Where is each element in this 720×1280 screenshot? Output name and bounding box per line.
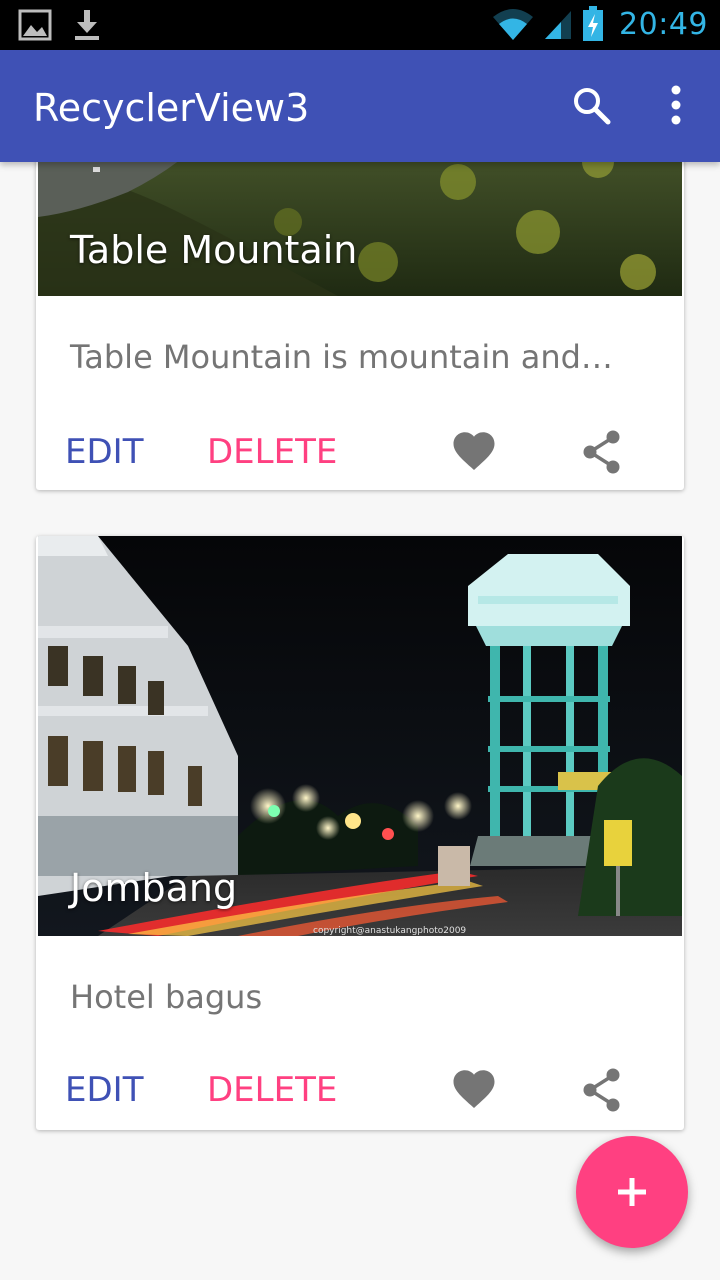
wifi-icon [493,9,534,40]
card-table-mountain[interactable]: Table Mountain Table Mountain is mountai… [36,162,684,490]
favorite-icon[interactable] [450,1066,498,1114]
status-bar: 20:49 [0,0,720,50]
edit-button[interactable]: EDIT [65,432,143,472]
card-description: Hotel bagus [70,978,263,1016]
signal-icon [545,11,572,39]
delete-button[interactable]: DELETE [207,1070,337,1110]
share-icon[interactable] [578,428,626,476]
image-watermark: copyright@anastukangphoto2009 [313,926,466,936]
download-icon [75,10,99,40]
favorite-icon[interactable] [450,428,498,476]
battery-charging-icon [583,6,604,41]
search-icon[interactable] [570,84,614,128]
more-vert-icon[interactable] [660,84,692,128]
card-list[interactable]: Table Mountain Table Mountain is mountai… [0,162,720,1280]
clock: 20:49 [619,6,708,42]
card-jombang[interactable]: copyright@anastukangphoto2009 Jombang Ho… [36,536,684,1130]
card-title: Jombang [70,866,238,910]
add-fab-button[interactable] [576,1136,688,1248]
image-icon [18,9,52,41]
app-bar: RecyclerView3 [0,50,720,162]
delete-button[interactable]: DELETE [207,432,337,472]
share-icon[interactable] [578,1066,626,1114]
app-title: RecyclerView3 [33,86,310,130]
edit-button[interactable]: EDIT [65,1070,143,1110]
card-title: Table Mountain [70,228,358,272]
card-description: Table Mountain is mountain and… [70,338,613,376]
add-icon [618,1178,646,1206]
